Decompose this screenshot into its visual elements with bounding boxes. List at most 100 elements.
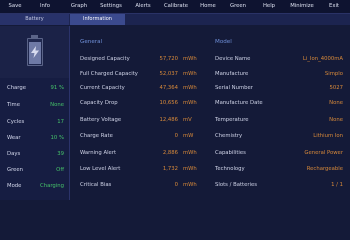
left-label: Mode [7, 183, 22, 189]
model-row: Technology Rechargeable [215, 163, 345, 175]
information-panel: General Model Designed Capacity 57,720 mWh… [70, 26, 350, 200]
general-row: Current Capacity 47,364 mWh [70, 82, 210, 94]
model-value: 1 / 1 [331, 182, 343, 188]
general-value: 12,486 [159, 117, 178, 123]
model-label: Slots / Batteries [215, 182, 258, 188]
left-label: Days [7, 151, 21, 157]
left-label: Time [7, 102, 20, 108]
general-value: 0 [174, 133, 178, 139]
model-value: Rechargeable [306, 166, 343, 172]
left-label: Cycles [7, 119, 25, 125]
left-value: 17 [57, 119, 64, 125]
model-value: Simplo [324, 71, 343, 77]
left-value: 10 % [50, 135, 64, 141]
model-row: Serial Number 5027 [215, 82, 345, 94]
general-value: 10,656 [159, 100, 178, 106]
model-label: Manufacture [215, 71, 249, 77]
battery-icon [27, 38, 43, 66]
model-value: None [329, 117, 343, 123]
general-unit: mV [183, 117, 192, 123]
general-label: Warning Alert [80, 150, 117, 156]
menu-bar: Save Info Graph Settings Alerts Calibrat… [0, 0, 350, 14]
general-row: Charge Rate 0 mW [70, 130, 210, 142]
left-label: Charge [7, 85, 27, 91]
general-row: Critical Bias 0 mWh [70, 179, 210, 191]
general-label: Designed Capacity [80, 56, 130, 62]
menu-help[interactable]: Help [259, 0, 279, 13]
model-label: Technology [215, 166, 245, 172]
menu-home[interactable]: Home [197, 0, 219, 13]
section-title-general: General [80, 39, 103, 45]
model-label: Temperature [215, 117, 249, 123]
left-row-green: Green Off [0, 164, 69, 176]
model-row: Chemistry Lithium Ion [215, 130, 345, 142]
model-row: Manufacture Date None [215, 97, 345, 109]
tab-bar: Battery Information [0, 14, 350, 25]
model-value: Lithium Ion [313, 133, 343, 139]
left-panel: Charge 91 % Time None Cycles 17 Wear 10 … [0, 26, 70, 200]
general-value: 57,720 [159, 56, 178, 62]
tab-battery[interactable]: Battery [0, 14, 69, 25]
model-value: Li_Ion_4000mA [302, 56, 343, 62]
general-unit: mWh [183, 56, 197, 62]
menu-save[interactable]: Save [3, 0, 27, 13]
general-label: Battery Voltage [80, 117, 122, 123]
left-value: Off [56, 167, 64, 173]
model-label: Manufacture Date [215, 100, 263, 106]
battery-graphic [0, 26, 69, 78]
menu-info[interactable]: Info [33, 0, 57, 13]
model-label: Chemistry [215, 133, 243, 139]
general-unit: mWh [183, 182, 197, 188]
left-row-cycles: Cycles 17 [0, 116, 69, 128]
menu-settings[interactable]: Settings [96, 0, 126, 13]
left-label: Wear [7, 135, 21, 141]
left-row-charge: Charge 91 % [0, 82, 69, 94]
left-value: 39 [57, 151, 64, 157]
model-row: Manufacture Simplo [215, 68, 345, 80]
general-value: 2,886 [162, 150, 178, 156]
tab-information[interactable]: Information [70, 14, 125, 25]
model-row: Device Name Li_Ion_4000mA [215, 53, 345, 65]
model-label: Device Name [215, 56, 251, 62]
model-label: Capabilities [215, 150, 246, 156]
model-value: 5027 [329, 85, 343, 91]
general-unit: mW [183, 133, 194, 139]
left-value: 91 % [50, 85, 64, 91]
model-value: None [329, 100, 343, 106]
left-row-mode: Mode Charging [0, 180, 69, 192]
menu-calibrate[interactable]: Calibrate [160, 0, 192, 13]
model-label: Serial Number [215, 85, 253, 91]
general-row: Capacity Drop 10,656 mWh [70, 97, 210, 109]
general-unit: mWh [183, 150, 197, 156]
left-row-days: Days 39 [0, 148, 69, 160]
general-row: Warning Alert 2,886 mWh [70, 147, 210, 159]
menu-green[interactable]: Green [226, 0, 250, 13]
general-value: 1,732 [162, 166, 178, 172]
left-label: Green [7, 167, 24, 173]
menu-exit[interactable]: Exit [325, 0, 343, 13]
general-row: Full Charged Capacity 52,037 mWh [70, 68, 210, 80]
general-label: Current Capacity [80, 85, 125, 91]
section-title-model: Model [215, 39, 232, 45]
left-row-time: Time None [0, 99, 69, 111]
model-value: General Power [304, 150, 343, 156]
general-value: 52,037 [159, 71, 178, 77]
general-row: Designed Capacity 57,720 mWh [70, 53, 210, 65]
general-value: 47,364 [159, 85, 178, 91]
general-value: 0 [174, 182, 178, 188]
menu-alerts[interactable]: Alerts [132, 0, 154, 13]
model-row: Capabilities General Power [215, 147, 345, 159]
general-unit: mWh [183, 71, 197, 77]
general-unit: mWh [183, 85, 197, 91]
general-label: Full Charged Capacity [80, 71, 138, 77]
general-unit: mWh [183, 166, 197, 172]
menu-minimize[interactable]: Minimize [287, 0, 317, 13]
menu-graph[interactable]: Graph [66, 0, 92, 13]
model-row: Temperature None [215, 114, 345, 126]
general-row: Battery Voltage 12,486 mV [70, 114, 210, 126]
model-row: Slots / Batteries 1 / 1 [215, 179, 345, 191]
charging-bolt-icon [31, 46, 39, 58]
general-label: Critical Bias [80, 182, 112, 188]
left-value: None [50, 102, 64, 108]
general-label: Low Level Alert [80, 166, 121, 172]
